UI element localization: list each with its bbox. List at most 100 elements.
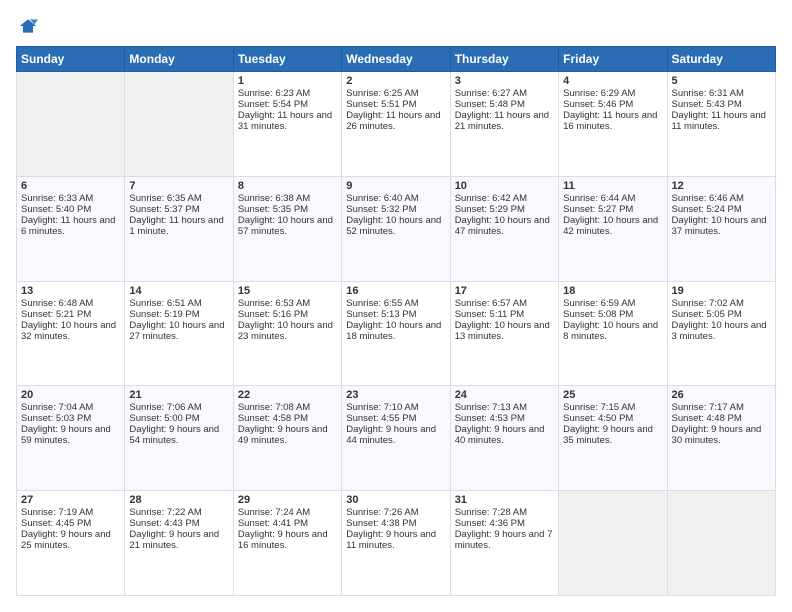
day-number: 9 <box>346 180 445 192</box>
sunset-text: Sunset: 5:43 PM <box>672 99 771 110</box>
sunset-text: Sunset: 4:36 PM <box>455 518 554 529</box>
sunrise-text: Sunrise: 6:42 AM <box>455 193 554 204</box>
sunrise-text: Sunrise: 6:53 AM <box>238 298 337 309</box>
day-number: 6 <box>21 180 120 192</box>
sunset-text: Sunset: 5:48 PM <box>455 99 554 110</box>
sunset-text: Sunset: 5:16 PM <box>238 309 337 320</box>
calendar-cell: 6Sunrise: 6:33 AMSunset: 5:40 PMDaylight… <box>17 176 125 281</box>
daylight-hours-text: Daylight: 10 hours and 42 minutes. <box>563 215 662 237</box>
sunset-text: Sunset: 5:37 PM <box>129 204 228 215</box>
sunrise-text: Sunrise: 7:02 AM <box>672 298 771 309</box>
col-header-thursday: Thursday <box>450 47 558 72</box>
daylight-hours-text: Daylight: 10 hours and 3 minutes. <box>672 320 771 342</box>
sunrise-text: Sunrise: 6:25 AM <box>346 88 445 99</box>
sunset-text: Sunset: 4:41 PM <box>238 518 337 529</box>
calendar-cell: 30Sunrise: 7:26 AMSunset: 4:38 PMDayligh… <box>342 491 450 596</box>
sunrise-text: Sunrise: 7:26 AM <box>346 507 445 518</box>
daylight-hours-text: Daylight: 11 hours and 1 minute. <box>129 215 228 237</box>
sunset-text: Sunset: 4:38 PM <box>346 518 445 529</box>
calendar-cell <box>17 72 125 177</box>
col-header-wednesday: Wednesday <box>342 47 450 72</box>
calendar-cell: 20Sunrise: 7:04 AMSunset: 5:03 PMDayligh… <box>17 386 125 491</box>
calendar-cell: 21Sunrise: 7:06 AMSunset: 5:00 PMDayligh… <box>125 386 233 491</box>
daylight-hours-text: Daylight: 9 hours and 11 minutes. <box>346 529 445 551</box>
day-number: 28 <box>129 494 228 506</box>
calendar-table: SundayMondayTuesdayWednesdayThursdayFrid… <box>16 46 776 596</box>
sunrise-text: Sunrise: 7:24 AM <box>238 507 337 518</box>
calendar-row: 1Sunrise: 6:23 AMSunset: 5:54 PMDaylight… <box>17 72 776 177</box>
col-header-saturday: Saturday <box>667 47 775 72</box>
sunrise-text: Sunrise: 6:33 AM <box>21 193 120 204</box>
daylight-hours-text: Daylight: 9 hours and 40 minutes. <box>455 424 554 446</box>
sunrise-text: Sunrise: 7:10 AM <box>346 402 445 413</box>
day-number: 14 <box>129 285 228 297</box>
col-header-friday: Friday <box>559 47 667 72</box>
sunrise-text: Sunrise: 7:06 AM <box>129 402 228 413</box>
calendar-cell: 29Sunrise: 7:24 AMSunset: 4:41 PMDayligh… <box>233 491 341 596</box>
daylight-hours-text: Daylight: 9 hours and 16 minutes. <box>238 529 337 551</box>
daylight-hours-text: Daylight: 10 hours and 37 minutes. <box>672 215 771 237</box>
sunrise-text: Sunrise: 6:57 AM <box>455 298 554 309</box>
day-number: 7 <box>129 180 228 192</box>
sunset-text: Sunset: 4:50 PM <box>563 413 662 424</box>
daylight-hours-text: Daylight: 9 hours and 59 minutes. <box>21 424 120 446</box>
sunset-text: Sunset: 4:58 PM <box>238 413 337 424</box>
calendar-cell: 2Sunrise: 6:25 AMSunset: 5:51 PMDaylight… <box>342 72 450 177</box>
calendar-cell: 7Sunrise: 6:35 AMSunset: 5:37 PMDaylight… <box>125 176 233 281</box>
calendar-cell: 24Sunrise: 7:13 AMSunset: 4:53 PMDayligh… <box>450 386 558 491</box>
calendar-cell: 10Sunrise: 6:42 AMSunset: 5:29 PMDayligh… <box>450 176 558 281</box>
sunrise-text: Sunrise: 6:40 AM <box>346 193 445 204</box>
calendar-cell: 14Sunrise: 6:51 AMSunset: 5:19 PMDayligh… <box>125 281 233 386</box>
col-header-tuesday: Tuesday <box>233 47 341 72</box>
daylight-hours-text: Daylight: 9 hours and 7 minutes. <box>455 529 554 551</box>
calendar-cell: 27Sunrise: 7:19 AMSunset: 4:45 PMDayligh… <box>17 491 125 596</box>
day-number: 20 <box>21 389 120 401</box>
daylight-hours-text: Daylight: 11 hours and 31 minutes. <box>238 110 337 132</box>
day-number: 8 <box>238 180 337 192</box>
day-number: 4 <box>563 75 662 87</box>
calendar-cell <box>559 491 667 596</box>
sunrise-text: Sunrise: 6:23 AM <box>238 88 337 99</box>
sunrise-text: Sunrise: 7:19 AM <box>21 507 120 518</box>
calendar-row: 13Sunrise: 6:48 AMSunset: 5:21 PMDayligh… <box>17 281 776 386</box>
calendar-cell: 1Sunrise: 6:23 AMSunset: 5:54 PMDaylight… <box>233 72 341 177</box>
daylight-hours-text: Daylight: 9 hours and 49 minutes. <box>238 424 337 446</box>
calendar-cell: 8Sunrise: 6:38 AMSunset: 5:35 PMDaylight… <box>233 176 341 281</box>
sunset-text: Sunset: 5:11 PM <box>455 309 554 320</box>
sunset-text: Sunset: 4:48 PM <box>672 413 771 424</box>
calendar-cell: 3Sunrise: 6:27 AMSunset: 5:48 PMDaylight… <box>450 72 558 177</box>
daylight-hours-text: Daylight: 10 hours and 13 minutes. <box>455 320 554 342</box>
sunset-text: Sunset: 5:05 PM <box>672 309 771 320</box>
sunrise-text: Sunrise: 7:08 AM <box>238 402 337 413</box>
day-number: 16 <box>346 285 445 297</box>
sunrise-text: Sunrise: 6:31 AM <box>672 88 771 99</box>
col-header-monday: Monday <box>125 47 233 72</box>
sunrise-text: Sunrise: 6:48 AM <box>21 298 120 309</box>
day-number: 15 <box>238 285 337 297</box>
sunset-text: Sunset: 5:29 PM <box>455 204 554 215</box>
sunrise-text: Sunrise: 6:59 AM <box>563 298 662 309</box>
sunrise-text: Sunrise: 6:55 AM <box>346 298 445 309</box>
sunrise-text: Sunrise: 7:04 AM <box>21 402 120 413</box>
page: SundayMondayTuesdayWednesdayThursdayFrid… <box>0 0 792 612</box>
day-number: 21 <box>129 389 228 401</box>
sunrise-text: Sunrise: 6:27 AM <box>455 88 554 99</box>
sunset-text: Sunset: 5:08 PM <box>563 309 662 320</box>
daylight-hours-text: Daylight: 10 hours and 32 minutes. <box>21 320 120 342</box>
day-number: 10 <box>455 180 554 192</box>
calendar-cell: 26Sunrise: 7:17 AMSunset: 4:48 PMDayligh… <box>667 386 775 491</box>
day-number: 22 <box>238 389 337 401</box>
sunrise-text: Sunrise: 6:38 AM <box>238 193 337 204</box>
sunset-text: Sunset: 4:55 PM <box>346 413 445 424</box>
daylight-hours-text: Daylight: 11 hours and 16 minutes. <box>563 110 662 132</box>
sunrise-text: Sunrise: 6:51 AM <box>129 298 228 309</box>
calendar-cell: 15Sunrise: 6:53 AMSunset: 5:16 PMDayligh… <box>233 281 341 386</box>
sunset-text: Sunset: 5:46 PM <box>563 99 662 110</box>
sunset-text: Sunset: 5:40 PM <box>21 204 120 215</box>
daylight-hours-text: Daylight: 10 hours and 57 minutes. <box>238 215 337 237</box>
sunrise-text: Sunrise: 7:28 AM <box>455 507 554 518</box>
calendar-row: 27Sunrise: 7:19 AMSunset: 4:45 PMDayligh… <box>17 491 776 596</box>
day-number: 13 <box>21 285 120 297</box>
daylight-hours-text: Daylight: 11 hours and 26 minutes. <box>346 110 445 132</box>
sunset-text: Sunset: 4:45 PM <box>21 518 120 529</box>
